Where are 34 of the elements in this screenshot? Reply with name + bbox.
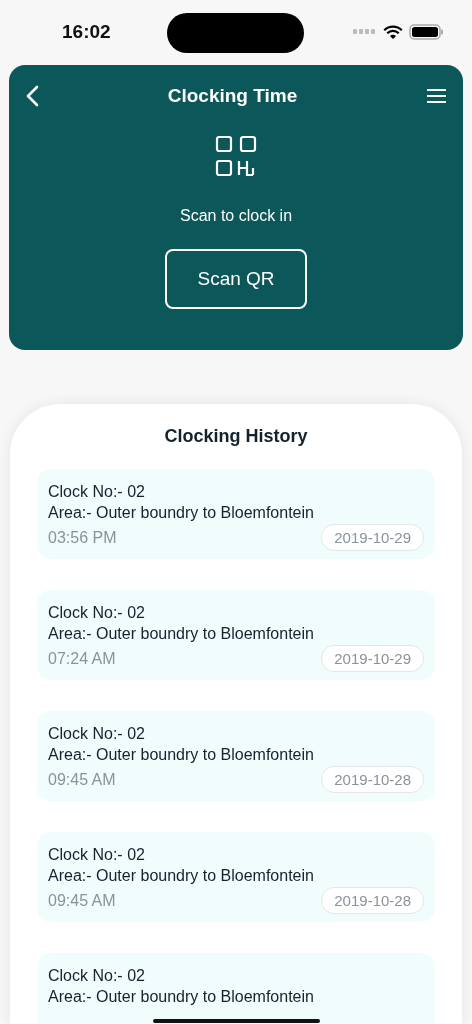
menu-icon[interactable] [426,88,447,104]
date-chip: 2019-10-29 [321,524,424,551]
status-time: 16:02 [62,21,111,43]
clock-time: 07:24 AM [48,649,116,669]
history-card[interactable]: Clock No:- 02 Area:- Outer boundry to Bloemfontein [37,953,435,1024]
clock-number: Clock No:- 02 [48,966,146,986]
area-label: Area:- Outer boundry to Bloemfontein [48,503,315,523]
clock-number: Clock No:- 02 [48,603,146,623]
area-label: Area:- Outer boundry to Bloemfontein [48,987,315,1007]
scan-qr-button[interactable]: Scan QR [165,249,307,309]
scan-prompt: Scan to clock in [179,207,293,225]
area-label: Area:- Outer boundry to Bloemfontein [48,866,315,886]
date-chip: 2019-10-28 [321,887,424,914]
history-card[interactable]: Clock No:- 02 Area:- Outer boundry to Bloemfontein 09:45 AM 2019-10-28 [37,711,435,801]
history-card[interactable]: Clock No:- 02 Area:- Outer boundry to Bloemfontein 03:56 PM 2019-10-29 [37,469,435,559]
clock-time: 09:45 AM [48,770,116,790]
clock-number: Clock No:- 02 [48,482,146,502]
date-chip: 2019-10-29 [321,645,424,672]
clock-time: 09:45 AM [48,891,116,911]
back-icon[interactable] [25,85,39,107]
clock-time: 03:56 PM [48,528,117,548]
history-title: Clocking History [163,426,309,447]
battery-icon [409,24,444,40]
history-card[interactable]: Clock No:- 02 Area:- Outer boundry to Bloemfontein 07:24 AM 2019-10-29 [37,590,435,680]
wifi-icon [383,24,403,40]
clock-number: Clock No:- 02 [48,845,146,865]
signal-icon [353,29,377,35]
date-chip: 2019-10-28 [321,766,424,793]
area-label: Area:- Outer boundry to Bloemfontein [48,624,315,644]
history-card[interactable]: Clock No:- 02 Area:- Outer boundry to Bloemfontein 09:45 AM 2019-10-28 [37,832,435,922]
qr-code-icon [215,135,257,177]
page-title: Clocking Time [167,85,298,107]
clock-number: Clock No:- 02 [48,724,146,744]
area-label: Area:- Outer boundry to Bloemfontein [48,745,315,765]
